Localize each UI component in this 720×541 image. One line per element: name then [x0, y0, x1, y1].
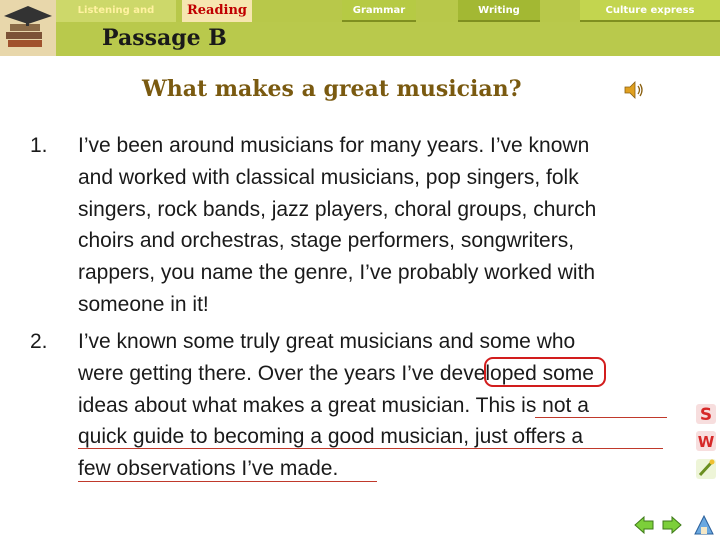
s-icon[interactable]: S	[695, 403, 717, 425]
text-line: rappers, you name the genre, I’ve probab…	[78, 261, 596, 285]
text-line: I’ve been around musicians for many year…	[78, 134, 590, 157]
speaker-icon[interactable]	[622, 78, 646, 102]
tab-culture-express[interactable]: Culture express	[580, 0, 720, 22]
tab-listening-speaking[interactable]: Listening and speaking	[56, 0, 176, 38]
highlight-circle	[484, 357, 606, 387]
text-line: someone in it!	[78, 292, 209, 316]
passage-header: Passage B	[56, 22, 720, 56]
paragraph-number: 1.	[30, 134, 48, 157]
books-logo-icon	[0, 0, 56, 56]
page-title: What makes a great musician?	[142, 76, 522, 102]
home-icon[interactable]	[693, 514, 715, 536]
underline-2	[78, 448, 663, 449]
paragraph-text: I’ve known some truly great musicians an…	[78, 326, 678, 485]
text-line: choirs and orchestras, stage performers,…	[78, 229, 575, 253]
tab-writing[interactable]: Writing	[458, 0, 540, 22]
passage-label: Passage B	[102, 25, 227, 51]
arrow-left-icon[interactable]	[633, 514, 655, 536]
text-line: I’ve known some truly great musicians an…	[78, 330, 576, 353]
svg-text:W: W	[698, 433, 715, 451]
paragraph-number: 2.	[30, 330, 48, 353]
arrow-right-icon[interactable]	[661, 514, 683, 536]
text-line: and worked with classical musicians, pop…	[78, 165, 579, 189]
underline-3	[78, 481, 377, 482]
tab-reading[interactable]: Reading	[182, 0, 252, 22]
svg-text:S: S	[700, 405, 712, 425]
text-line: singers, rock bands, jazz players, chora…	[78, 197, 597, 221]
brush-icon[interactable]	[695, 458, 717, 480]
tab-grammar[interactable]: Grammar	[342, 0, 416, 22]
paragraph-text: I’ve been around musicians for many year…	[78, 130, 678, 321]
w-icon[interactable]: W	[695, 430, 717, 452]
underline-1	[535, 417, 667, 418]
